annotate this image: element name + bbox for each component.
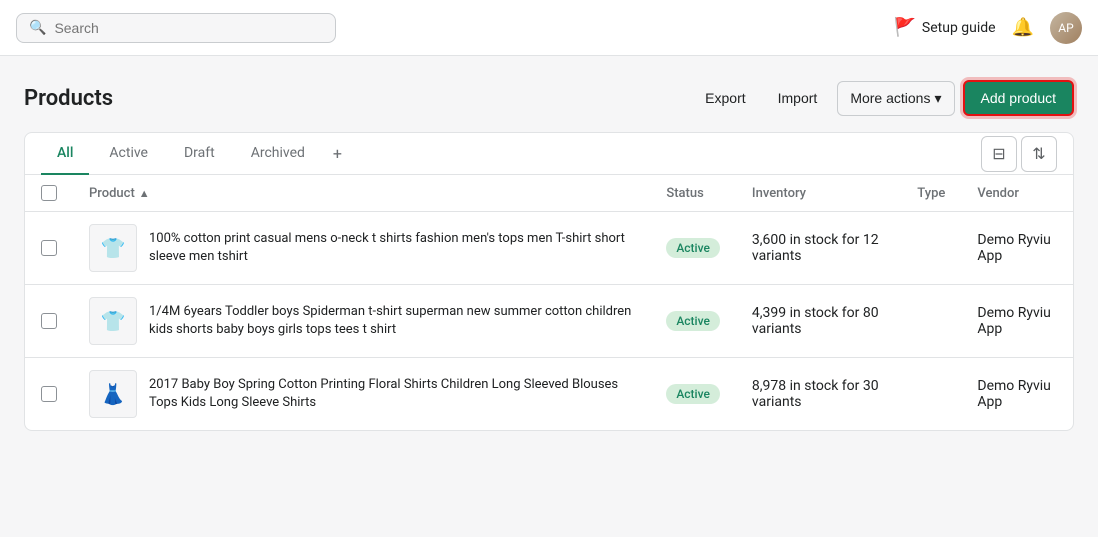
inventory-cell-2: 8,978 in stock for 30 variants — [736, 358, 901, 431]
product-tabs: All Active Draft Archived + ⊟ ⇅ — [25, 133, 1073, 175]
export-button[interactable]: Export — [693, 82, 757, 114]
chevron-down-icon: ▾ — [934, 90, 941, 107]
table-row: 👕 100% cotton print casual mens o-neck t… — [25, 212, 1073, 285]
table-header-row: Product ▲ Status Inventory Type Vendor — [25, 175, 1073, 212]
product-cell-1: 👕 1/4M 6years Toddler boys Spiderman t-s… — [73, 285, 650, 358]
setup-guide-link[interactable]: 🚩 Setup guide — [893, 17, 995, 38]
sort-icon: ⇅ — [1032, 144, 1045, 164]
more-actions-button[interactable]: More actions ▾ — [837, 81, 954, 116]
page-header: Products Export Import More actions ▾ Ad… — [24, 80, 1074, 116]
filter-search-button[interactable]: ⊟ — [981, 136, 1017, 172]
product-thumbnail: 👕 — [89, 224, 137, 272]
select-all-checkbox[interactable] — [41, 185, 57, 201]
col-header-product: Product ▲ — [73, 175, 650, 212]
status-cell-1: Active — [650, 285, 736, 358]
search-input[interactable] — [54, 20, 323, 36]
import-button[interactable]: Import — [766, 82, 830, 114]
header-actions: Export Import More actions ▾ Add product — [693, 80, 1074, 116]
tab-draft[interactable]: Draft — [168, 133, 231, 175]
vendor-cell-0: Demo Ryviu App — [961, 212, 1073, 285]
col-header-vendor: Vendor — [961, 175, 1073, 212]
product-cell-2: 👗 2017 Baby Boy Spring Cotton Printing F… — [73, 358, 650, 431]
row-checkbox[interactable] — [41, 313, 57, 329]
inventory-cell-1: 4,399 in stock for 80 variants — [736, 285, 901, 358]
filter-icon: ⊟ — [992, 144, 1005, 164]
status-badge: Active — [666, 384, 720, 404]
status-badge: Active — [666, 238, 720, 258]
product-name[interactable]: 100% cotton print casual mens o-neck t s… — [149, 230, 634, 266]
more-actions-label: More actions — [850, 90, 930, 106]
row-checkbox[interactable] — [41, 240, 57, 256]
tab-archived[interactable]: Archived — [235, 133, 321, 175]
col-header-type: Type — [901, 175, 961, 212]
main-content: Products Export Import More actions ▾ Ad… — [0, 56, 1098, 455]
row-checkbox-cell[interactable] — [25, 285, 73, 358]
product-name[interactable]: 1/4M 6years Toddler boys Spiderman t-shi… — [149, 303, 634, 339]
vendor-cell-1: Demo Ryviu App — [961, 285, 1073, 358]
page-title: Products — [24, 86, 113, 111]
product-thumbnail: 👕 — [89, 297, 137, 345]
select-all-header[interactable] — [25, 175, 73, 212]
status-badge: Active — [666, 311, 720, 331]
type-cell-1 — [901, 285, 961, 358]
vendor-cell-2: Demo Ryviu App — [961, 358, 1073, 431]
type-cell-2 — [901, 358, 961, 431]
row-checkbox-cell[interactable] — [25, 212, 73, 285]
tab-active[interactable]: Active — [93, 133, 164, 175]
tab-all[interactable]: All — [41, 133, 89, 175]
search-icon: 🔍 — [29, 20, 46, 36]
inventory-cell-0: 3,600 in stock for 12 variants — [736, 212, 901, 285]
products-card: All Active Draft Archived + ⊟ ⇅ — [24, 132, 1074, 431]
row-checkbox[interactable] — [41, 386, 57, 402]
setup-guide-label: Setup guide — [922, 20, 996, 36]
status-cell-0: Active — [650, 212, 736, 285]
product-name[interactable]: 2017 Baby Boy Spring Cotton Printing Flo… — [149, 376, 634, 412]
notification-bell-icon[interactable]: 🔔 — [1012, 17, 1034, 38]
table-row: 👕 1/4M 6years Toddler boys Spiderman t-s… — [25, 285, 1073, 358]
nav-actions: 🚩 Setup guide 🔔 AP — [893, 12, 1082, 44]
add-product-button[interactable]: Add product — [963, 80, 1075, 116]
tab-tools: ⊟ ⇅ — [981, 136, 1057, 172]
product-col-label: Product — [89, 186, 135, 201]
table-row: 👗 2017 Baby Boy Spring Cotton Printing F… — [25, 358, 1073, 431]
type-cell-0 — [901, 212, 961, 285]
product-cell-0: 👕 100% cotton print casual mens o-neck t… — [73, 212, 650, 285]
status-cell-2: Active — [650, 358, 736, 431]
row-checkbox-cell[interactable] — [25, 358, 73, 431]
sort-button[interactable]: ⇅ — [1021, 136, 1057, 172]
add-tab-button[interactable]: + — [325, 136, 350, 171]
product-sort-button[interactable]: Product ▲ — [89, 186, 150, 201]
search-bar[interactable]: 🔍 — [16, 13, 336, 43]
product-thumbnail: 👗 — [89, 370, 137, 418]
products-table: Product ▲ Status Inventory Type Vendor 👕… — [25, 175, 1073, 430]
col-header-status: Status — [650, 175, 736, 212]
flag-icon: 🚩 — [893, 17, 915, 38]
user-avatar[interactable]: AP — [1050, 12, 1082, 44]
col-header-inventory: Inventory — [736, 175, 901, 212]
sort-asc-icon: ▲ — [139, 187, 150, 200]
top-navigation: 🔍 🚩 Setup guide 🔔 AP — [0, 0, 1098, 56]
